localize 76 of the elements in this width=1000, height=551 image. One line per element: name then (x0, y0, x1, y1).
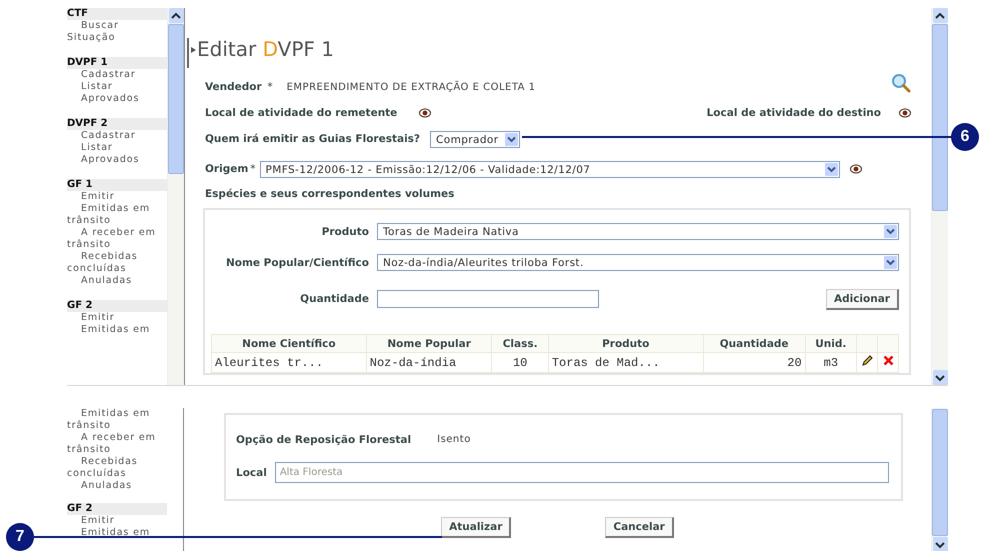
column-header: Nome Científico (212, 334, 366, 352)
vendor-label: Vendedor * (205, 81, 273, 93)
sidebar-heading: GF 1 (67, 179, 167, 191)
sidebar-link[interactable]: A receber em trânsito (67, 432, 167, 456)
eye-icon[interactable] (850, 164, 862, 174)
column-header: Class. (492, 334, 548, 352)
species-name-label: Nome Popular/Científico (224, 256, 370, 268)
location-label: Local (236, 466, 267, 478)
scroll-up-icon[interactable] (932, 8, 948, 23)
table-cell: Aleurites tr... (212, 352, 366, 372)
eye-icon[interactable] (899, 108, 911, 118)
species-name-select[interactable]: Noz-da-índia/Aleurites triloba Forst. (377, 254, 899, 271)
origin-label: Origem * (205, 163, 256, 175)
sidebar-heading: DVPF 2 (67, 118, 167, 130)
destination-location-label: Local de atividade do destino (706, 107, 881, 119)
callout-badge: 7 (6, 523, 34, 551)
scroll-down-icon[interactable] (932, 537, 948, 551)
form-button[interactable]: Cancelar (605, 517, 674, 538)
quantity-field[interactable] (377, 290, 599, 308)
sidebar-link[interactable]: Buscar Situação (67, 20, 167, 44)
search-icon[interactable] (891, 73, 911, 93)
column-header: Quantidade (703, 334, 806, 352)
sidebar-link[interactable]: Anuladas (67, 480, 167, 492)
sidebar-link[interactable]: Listar (67, 81, 167, 93)
sidebar-link[interactable]: Recebidas concluídas (67, 456, 167, 480)
page-title: Editar DVPF 1 (187, 38, 334, 68)
sidebar-link[interactable]: Emitir (67, 191, 167, 203)
vendor-value: EMPREENDIMENTO DE EXTRAÇÃO E COLETA 1 (286, 82, 536, 92)
sidebar-link[interactable]: Emitir (67, 515, 167, 527)
sidebar-link[interactable]: Emitidas em (67, 324, 167, 336)
table-cell: Noz-da-índia (366, 352, 492, 372)
sidebar-heading: CTF (67, 8, 167, 20)
product-select[interactable]: Toras de Madeira Nativa (377, 223, 899, 240)
issuer-label: Quem irá emitir as Guias Florestais? (205, 133, 420, 145)
table-cell: 20 (703, 352, 806, 372)
sidebar-heading: GF 2 (67, 503, 167, 515)
sidebar-link[interactable]: Cadastrar (67, 69, 167, 81)
quantity-label: Quantidade (299, 293, 370, 305)
sidebar-link[interactable]: Listar (67, 142, 167, 154)
scroll-up-icon[interactable] (168, 8, 184, 23)
sidebar-link[interactable]: Anuladas (67, 275, 167, 287)
sidebar-link[interactable]: A receber em trânsito (67, 227, 167, 251)
reforestation-value: Isento (437, 434, 471, 445)
add-button[interactable]: Adicionar (826, 288, 899, 310)
sidebar-link[interactable]: Emitidas em (67, 527, 167, 539)
sidebar-link[interactable]: Aprovados (67, 154, 167, 166)
eye-icon[interactable] (419, 108, 432, 118)
column-header: Nome Popular (366, 334, 492, 352)
sidebar-link[interactable]: Emitidas em trânsito (67, 408, 167, 432)
scroll-down-icon[interactable] (932, 370, 948, 385)
column-header: Unid. (805, 334, 856, 352)
table-cell: Toras de Mad... (548, 352, 704, 372)
sidebar-link[interactable]: Cadastrar (67, 130, 167, 142)
product-label: Produto (320, 226, 370, 238)
section-title: Espécies e seus correspondentes volumes (205, 188, 456, 200)
sidebar-heading: GF 2 (67, 300, 167, 312)
sidebar-link[interactable]: Emitidas em trânsito (67, 203, 167, 227)
form-button[interactable]: Atualizar (441, 517, 512, 538)
issuer-select[interactable]: Comprador (430, 130, 520, 148)
origin-select[interactable]: PMFS-12/2006-12 - Emissão:12/12/06 - Validade:12/12/07 (260, 160, 840, 178)
scrollbar[interactable] (167, 8, 184, 385)
table-cell: 10 (492, 352, 548, 372)
scrollbar[interactable] (931, 8, 948, 385)
table-cell: m3 (805, 352, 856, 372)
reforestation-label: Opção de Reposição Florestal (236, 434, 412, 446)
scrollbar[interactable] (931, 408, 948, 551)
sidebar-heading: DVPF 1 (67, 57, 167, 69)
column-header: Produto (548, 334, 704, 352)
triangle-icon (191, 47, 196, 53)
pencil-icon[interactable] (861, 354, 873, 366)
sidebar-link[interactable]: Aprovados (67, 93, 167, 105)
origin-location-label: Local de atividade do remetente (205, 107, 398, 119)
delete-icon[interactable] (882, 355, 894, 366)
sidebar-link[interactable]: Emitir (67, 312, 167, 324)
callout-badge: 6 (951, 123, 979, 151)
sidebar-link[interactable]: Recebidas concluídas (67, 251, 167, 275)
